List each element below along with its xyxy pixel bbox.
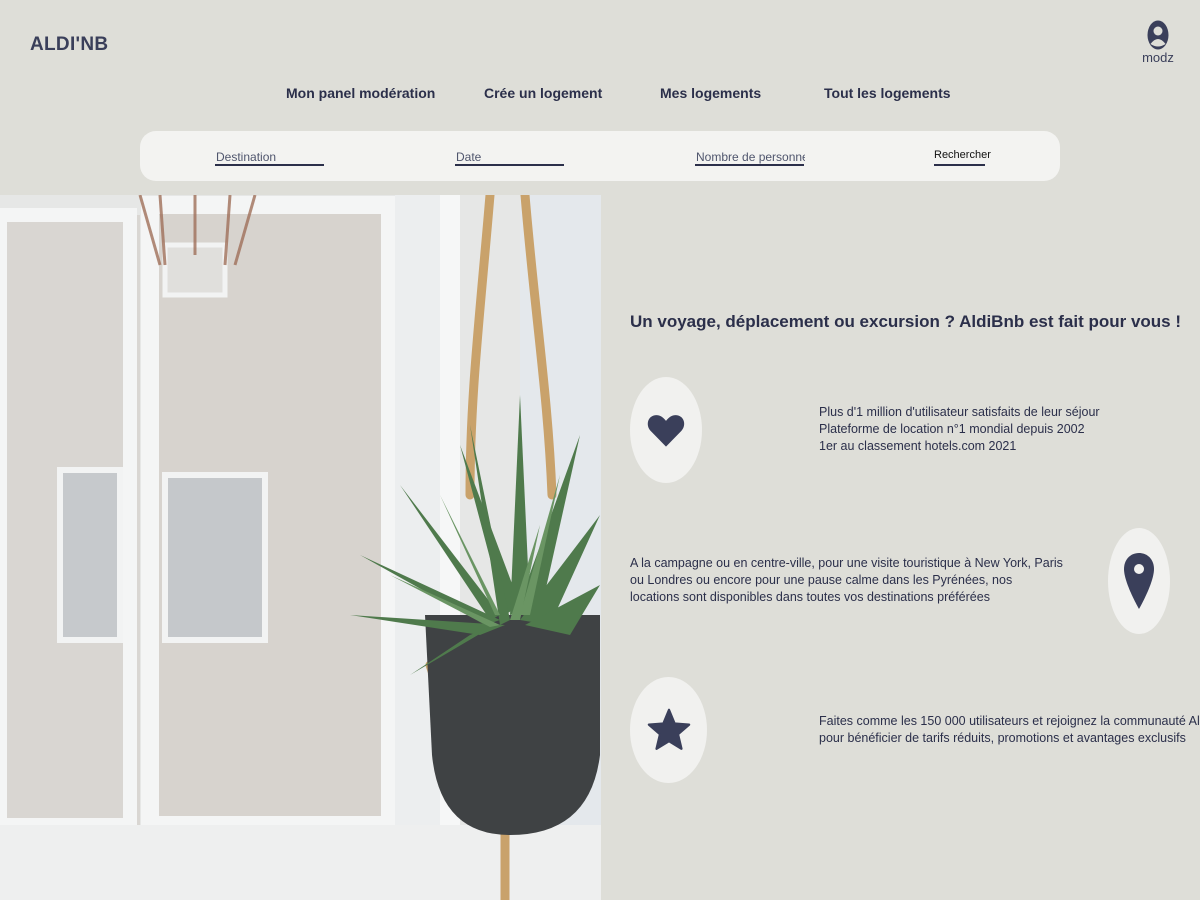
people-count-input[interactable] [695, 149, 806, 165]
nav-moderation-panel[interactable]: Mon panel modération [286, 85, 435, 101]
date-input[interactable] [455, 149, 566, 165]
feature-text-destinations: A la campagne ou en centre-ville, pour u… [630, 555, 1063, 606]
destination-input[interactable] [215, 149, 326, 165]
app-logo[interactable]: ALDI'NB [30, 34, 108, 56]
nav-my-listings[interactable]: Mes logements [660, 85, 761, 101]
hero-image [0, 195, 601, 900]
user-name[interactable]: modz [1140, 50, 1176, 65]
feature-line: locations sont disponibles dans toutes v… [630, 590, 990, 604]
hanging-plant-photo [0, 195, 601, 900]
feature-star-badge [630, 677, 707, 783]
feature-line: Faites comme les 150 000 utilisateurs et… [819, 714, 1200, 728]
nav-all-listings[interactable]: Tout les logements [824, 85, 951, 101]
people-field-wrap [695, 148, 806, 166]
feature-line: A la campagne ou en centre-ville, pour u… [630, 556, 1063, 570]
map-pin-icon [1124, 553, 1154, 609]
search-button[interactable]: Rechercher [934, 149, 991, 166]
user-circle-icon[interactable] [1147, 20, 1169, 50]
nav-create-listing[interactable]: Crée un logement [484, 85, 602, 101]
feature-pin-badge [1108, 528, 1170, 634]
feature-line: 1er au classement hotels.com 2021 [819, 439, 1017, 453]
feature-text-satisfaction: Plus d'1 million d'utilisateur satisfait… [819, 404, 1100, 455]
tagline: Un voyage, déplacement ou excursion ? Al… [630, 312, 1182, 331]
feature-line: pour bénéficier de tarifs réduits, promo… [819, 731, 1186, 745]
star-icon [647, 708, 690, 750]
feature-line: Plateforme de location n°1 mondial depui… [819, 422, 1085, 436]
search-bar: Rechercher [140, 131, 1060, 181]
feature-text-community: Faites comme les 150 000 utilisateurs et… [819, 713, 1200, 747]
main-nav: Mon panel modération Crée un logement Me… [0, 85, 1200, 105]
destination-field-wrap [215, 148, 326, 166]
feature-line: Plus d'1 million d'utilisateur satisfait… [819, 405, 1100, 419]
feature-line: ou Londres ou encore pour une pause calm… [630, 573, 1013, 587]
feature-heart-badge [630, 377, 702, 483]
date-field-wrap [455, 148, 566, 166]
heart-icon [647, 415, 685, 447]
user-menu[interactable]: modz [1140, 20, 1176, 65]
